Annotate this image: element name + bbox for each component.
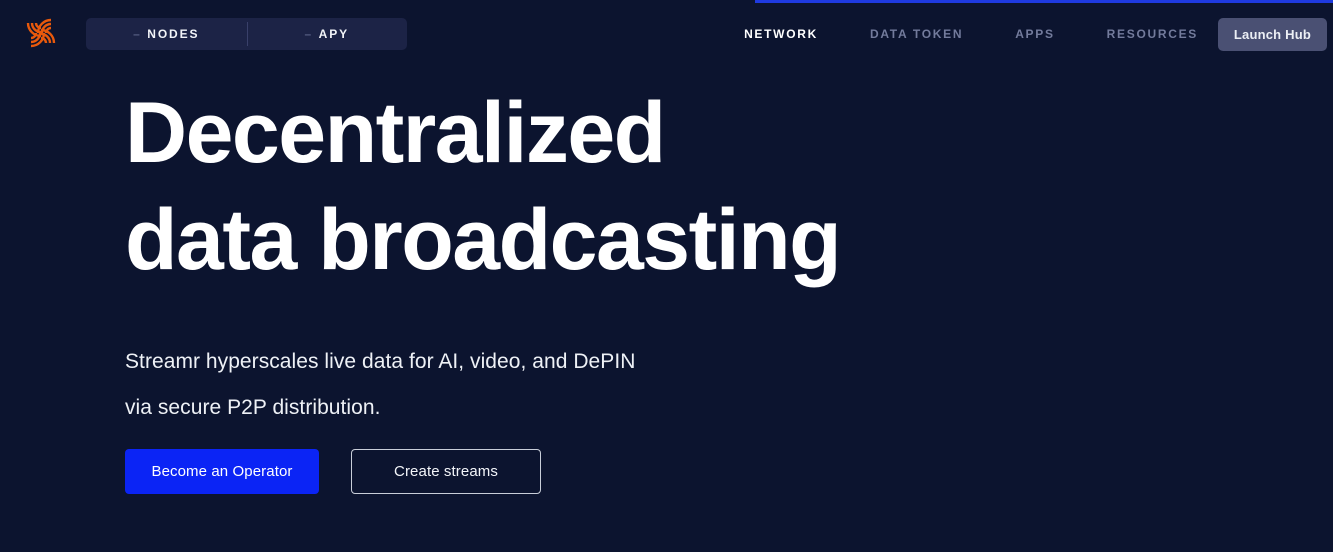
nav-item-resources[interactable]: RESOURCES (1081, 27, 1224, 41)
main-navigation: NETWORK DATA TOKEN APPS RESOURCES (718, 0, 1224, 68)
launch-hub-button[interactable]: Launch Hub (1217, 18, 1327, 51)
hero-cta-row: Become an Operator Create streams (125, 449, 541, 494)
stat-nodes-label: NODES (147, 27, 200, 41)
stat-nodes-value: – (133, 27, 141, 41)
stat-apy-label: APY (318, 27, 350, 41)
site-header: – NODES – APY NETWORK DATA TOKEN APPS RE… (0, 0, 1333, 68)
page-root: – NODES – APY NETWORK DATA TOKEN APPS RE… (0, 0, 1333, 552)
hero-section: Decentralized data broadcasting Streamr … (125, 80, 1025, 431)
nav-item-network[interactable]: NETWORK (718, 27, 844, 41)
stat-nodes[interactable]: – NODES (86, 18, 247, 50)
stat-apy[interactable]: – APY (246, 18, 408, 50)
stat-apy-value: – (304, 27, 312, 41)
hero-subtitle: Streamr hyperscales live data for AI, vi… (125, 350, 636, 419)
create-streams-button[interactable]: Create streams (351, 449, 541, 494)
nav-item-apps[interactable]: APPS (989, 27, 1080, 41)
become-an-operator-button[interactable]: Become an Operator (125, 449, 319, 494)
nav-item-data-token[interactable]: DATA TOKEN (844, 27, 989, 41)
page-title: Decentralized data broadcasting (125, 85, 842, 288)
streamr-pinwheel-icon (26, 18, 56, 48)
streamr-logo-icon[interactable] (21, 13, 61, 53)
network-stats-pill: – NODES – APY (86, 18, 407, 50)
